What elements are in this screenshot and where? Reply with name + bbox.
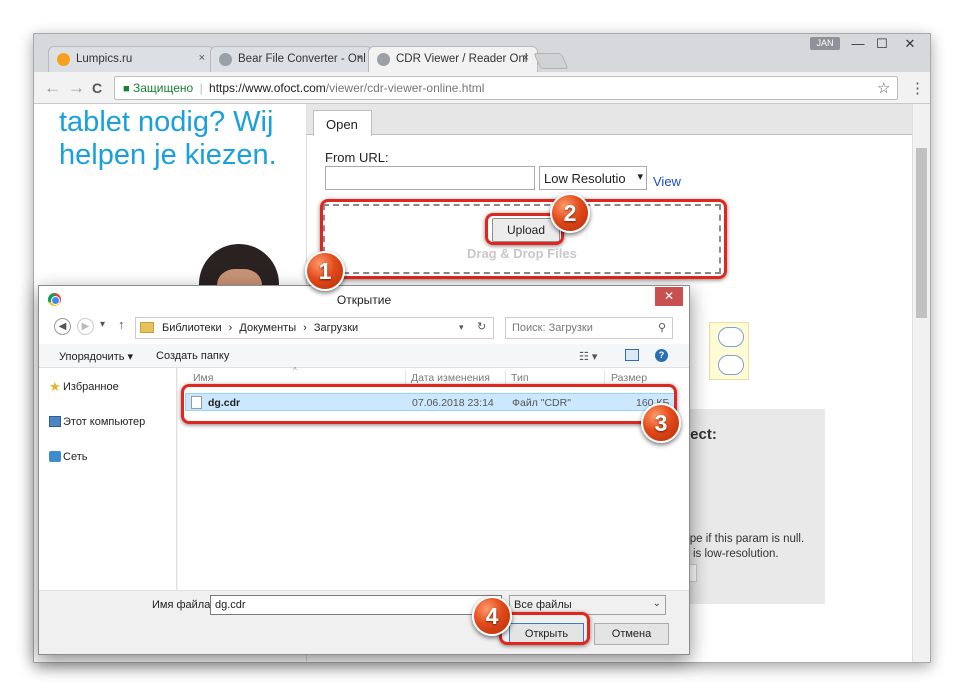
forward-icon[interactable]: ▶ [77, 318, 94, 335]
breadcrumb-separator: › [303, 322, 307, 334]
resolution-select[interactable]: Low Resolutio ▾ [539, 166, 647, 190]
minimize-icon[interactable]: — [846, 36, 870, 51]
advertisement-text[interactable]: tablet nodig? Wij helpen je kiezen. [59, 106, 309, 172]
tab-close-icon[interactable]: × [199, 52, 205, 64]
resolution-select-value: Low Resolutio [544, 171, 626, 186]
sidebar-item-network[interactable]: Сеть [63, 451, 87, 463]
breadcrumb-item[interactable]: Библиотеки [162, 322, 222, 334]
browser-toolbar: ← → C ■ Защищено | https://www.ofoct.com… [34, 72, 930, 104]
breadcrumb-item[interactable]: Загрузки [314, 322, 358, 334]
filename-input[interactable]: dg.cdr [210, 595, 502, 615]
url-input[interactable] [325, 166, 535, 190]
new-tab-button[interactable] [533, 53, 569, 69]
info-panel-text-1: ype if this param is null. [684, 533, 805, 545]
url-path: /viewer/cdr-viewer-online.html [325, 81, 485, 95]
dialog-title: Открытие [336, 293, 392, 307]
column-name[interactable]: Имя [193, 372, 213, 384]
filename-label: Имя файла: [152, 599, 214, 611]
computer-icon [49, 416, 61, 427]
step-badge-2: 2 [550, 193, 590, 233]
organize-label: Упорядочить [59, 351, 125, 363]
dropdown-arrow-icon: ▾ [637, 171, 643, 183]
sort-arrow-icon: ^ [293, 366, 297, 375]
forward-icon[interactable]: → [68, 78, 85, 98]
reload-icon[interactable]: C [92, 80, 102, 96]
tab-cdr-viewer[interactable]: CDR Viewer / Reader Onl × [368, 46, 538, 72]
maximize-icon[interactable]: ☐ [870, 36, 894, 52]
column-type[interactable]: Тип [511, 372, 529, 384]
dialog-toolbar: Упорядочить ▾ Создать папку ☷ ▾ ? [39, 344, 689, 368]
option-pill[interactable] [718, 327, 744, 347]
tab-open[interactable]: Open [313, 110, 372, 136]
dialog-titlebar: Открытие ✕ [39, 286, 689, 314]
lock-icon: ■ [123, 83, 130, 95]
bookmark-star-icon[interactable]: ☆ [877, 79, 890, 97]
view-options-icon[interactable]: ☷ ▾ [579, 350, 597, 363]
info-panel-heading: ject: [686, 426, 717, 443]
tab-label: CDR Viewer / Reader Onl [396, 53, 528, 65]
new-folder-button[interactable]: Создать папку [156, 350, 229, 362]
ofoct-favicon-icon [377, 53, 390, 66]
up-folder-icon[interactable]: ↑ [118, 317, 125, 332]
breadcrumb-item[interactable]: Документы [239, 322, 296, 334]
dialog-footer: Имя файла: dg.cdr Все файлы ⌄ Открыть От… [39, 590, 689, 654]
from-url-label: From URL: [325, 150, 389, 165]
tab-close-icon[interactable]: × [357, 52, 363, 64]
open-file-dialog: Открытие ✕ ◀ ▶ ▾ ↑ Библиотеки › Документ… [38, 285, 690, 655]
refresh-icon[interactable]: ↻ [477, 320, 486, 333]
preview-pane-icon[interactable] [625, 349, 639, 361]
column-size[interactable]: Размер [611, 372, 647, 384]
step-badge-1: 1 [305, 251, 345, 291]
navigation-pane: ★ Избранное Этот компьютер Сеть [39, 368, 177, 590]
viewer-tabbar [306, 104, 912, 135]
chevron-down-icon[interactable]: ▾ [459, 322, 464, 333]
sidebar-item-favorites[interactable]: Избранное [63, 381, 119, 393]
search-input[interactable]: Поиск: Загрузки ⚲ [505, 317, 673, 339]
url-host: https://www.ofoct.com [209, 81, 326, 95]
bear-favicon-icon [219, 53, 232, 66]
address-separator: | [199, 81, 203, 95]
cancel-button[interactable]: Отмена [594, 623, 669, 645]
filetype-value: Все файлы [514, 599, 572, 611]
option-pill[interactable] [718, 355, 744, 375]
search-icon: ⚲ [657, 322, 666, 334]
window-close-icon[interactable]: ✕ [898, 36, 922, 52]
highlight-open-button [499, 612, 590, 645]
folder-icon [140, 322, 154, 333]
tab-strip: Lumpics.ru × Bear File Converter - Onl ×… [34, 34, 930, 72]
browser-menu-icon[interactable]: ⋮ [910, 79, 925, 97]
tab-close-icon[interactable]: × [523, 52, 529, 64]
options-box [709, 322, 749, 380]
help-icon[interactable]: ? [655, 349, 668, 362]
column-date[interactable]: Дата изменения [411, 372, 490, 384]
network-icon [49, 451, 61, 462]
address-bar[interactable]: ■ Защищено | https://www.ofoct.com/viewe… [114, 76, 898, 100]
step-badge-3: 3 [641, 403, 681, 443]
secure-label: Защищено [133, 81, 194, 95]
user-profile-badge[interactable]: JAN [810, 37, 840, 50]
sidebar-item-computer[interactable]: Этот компьютер [63, 416, 145, 428]
step-badge-4: 4 [472, 596, 512, 636]
tab-lumpics[interactable]: Lumpics.ru × [48, 46, 214, 72]
chevron-down-icon: ⌄ [652, 598, 661, 609]
lumpics-favicon-icon [57, 53, 70, 66]
tab-label: Lumpics.ru [76, 53, 133, 65]
tab-label: Bear File Converter - Onl [238, 53, 366, 65]
highlight-file-row [181, 384, 677, 424]
search-placeholder: Поиск: Загрузки [512, 322, 593, 334]
recent-dropdown-icon[interactable]: ▾ [100, 319, 105, 330]
page-scrollbar[interactable] [912, 104, 930, 662]
breadcrumb-separator: › [228, 322, 233, 334]
organize-menu[interactable]: Упорядочить ▾ [59, 350, 133, 363]
dialog-navigation: ◀ ▶ ▾ ↑ Библиотеки › Документы › Загрузк… [39, 314, 689, 344]
back-icon[interactable]: ◀ [54, 318, 71, 335]
scroll-thumb[interactable] [916, 148, 927, 318]
back-icon[interactable]: ← [44, 78, 61, 98]
dialog-close-icon[interactable]: ✕ [655, 287, 683, 306]
tab-bear-file-converter[interactable]: Bear File Converter - Onl × [210, 46, 372, 72]
star-icon: ★ [49, 379, 61, 394]
view-link[interactable]: View [653, 174, 681, 189]
breadcrumb[interactable]: Библиотеки › Документы › Загрузки [135, 317, 494, 339]
info-panel-text-2: it is low-resolution. [684, 548, 779, 560]
